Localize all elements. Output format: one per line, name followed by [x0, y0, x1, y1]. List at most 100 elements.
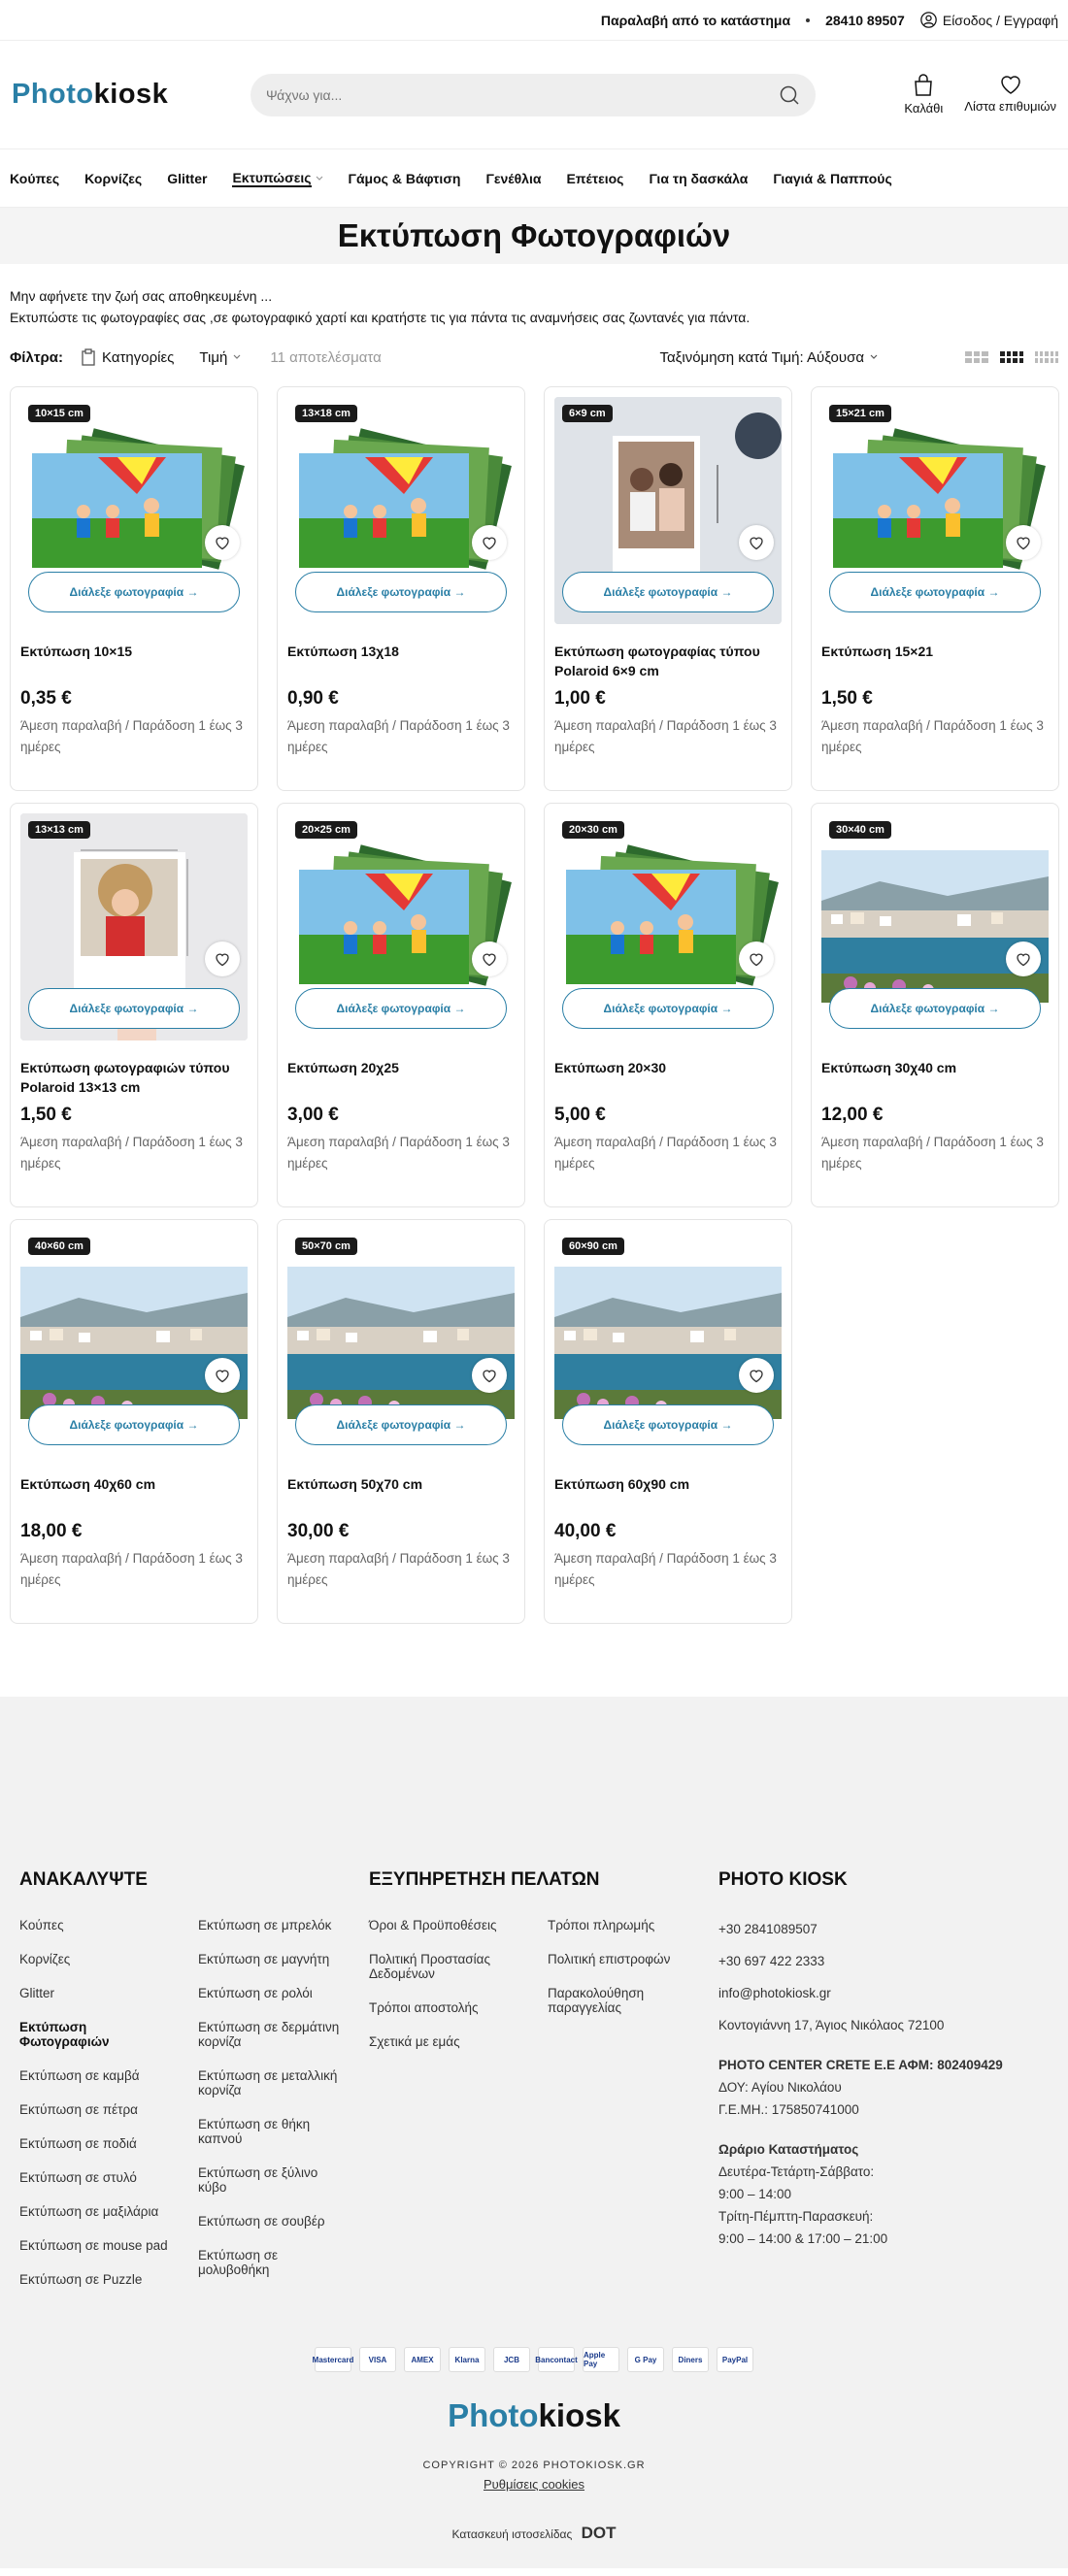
wishlist-heart-icon[interactable] — [205, 525, 240, 560]
footer-link[interactable]: Εκτύπωση σε Puzzle — [19, 2272, 171, 2287]
product-name[interactable]: Εκτύπωση φωτογραφίας τύπου Polaroid 6×9 … — [554, 642, 782, 680]
footer-link[interactable]: Πολιτική επιστροφών — [548, 1952, 699, 1966]
grid-3-icon[interactable] — [965, 351, 988, 363]
nav-item-mugs[interactable]: Κούπες — [10, 171, 59, 186]
product-card[interactable]: 60×90 cm Διάλεξε φωτογραφία → Εκτύπωση 60χ… — [544, 1219, 792, 1624]
grid-5-icon[interactable] — [1035, 351, 1058, 363]
nav-item-birthday[interactable]: Γενέθλια — [485, 171, 541, 186]
choose-photo-button[interactable]: Διάλεξε φωτογραφία → — [28, 988, 240, 1029]
footer-link[interactable]: Όροι & Προϋποθέσεις — [369, 1918, 520, 1932]
choose-photo-button[interactable]: Διάλεξε φωτογραφία → — [28, 572, 240, 612]
wishlist-heart-icon[interactable] — [472, 1358, 507, 1393]
wishlist-heart-icon[interactable] — [739, 941, 774, 976]
product-image[interactable]: 50×70 cm Διάλεξε φωτογραφία → — [287, 1230, 515, 1457]
wishlist-heart-icon[interactable] — [472, 525, 507, 560]
footer-link[interactable]: Εκτύπωση σε καμβά — [19, 2068, 171, 2083]
wishlist-heart-icon[interactable] — [205, 1358, 240, 1393]
footer-link[interactable]: Εκτύπωση σε ποδιά — [19, 2136, 171, 2151]
nav-item-grandparents[interactable]: Γιαγιά & Παππούς — [773, 171, 891, 186]
footer-link[interactable]: Παρακολούθηση παραγγελίας — [548, 1986, 699, 2015]
product-image[interactable]: 15×21 cm Διάλεξε φωτογραφία → — [821, 397, 1049, 624]
product-name[interactable]: Εκτύπωση 30χ40 cm — [821, 1058, 1049, 1097]
product-name[interactable]: Εκτύπωση φωτογραφιών τύπου Polaroid 13×1… — [20, 1058, 248, 1097]
cookie-settings-link[interactable]: Ρυθμίσεις cookies — [0, 2477, 1068, 2492]
footer-link[interactable]: Εκτύπωση σε δερμάτινη κορνίζα — [198, 2020, 350, 2049]
product-image[interactable]: 20×30 cm Διάλεξε φωτογραφία → — [554, 813, 782, 1040]
choose-photo-button[interactable]: Διάλεξε φωτογραφία → — [28, 1404, 240, 1445]
choose-photo-button[interactable]: Διάλεξε φωτογραφία → — [295, 988, 507, 1029]
choose-photo-button[interactable]: Διάλεξε φωτογραφία → — [295, 1404, 507, 1445]
choose-photo-button[interactable]: Διάλεξε φωτογραφία → — [562, 1404, 774, 1445]
product-card[interactable]: 20×30 cm Διάλεξε φωτογραφία → Εκτύπωση 20×… — [544, 803, 792, 1207]
search-input[interactable] — [266, 86, 747, 103]
wishlist-button[interactable]: Λίστα επιθυμιών — [964, 74, 1056, 116]
footer-link[interactable]: Πολιτική Προστασίας Δεδομένων — [369, 1952, 520, 1981]
product-image[interactable]: 10×15 cm Διάλεξε φωτογραφία → — [20, 397, 248, 624]
product-card[interactable]: 6×9 cm Διάλεξε φωτογραφία → Εκτύπωση φωτογ… — [544, 386, 792, 791]
footer-link[interactable]: Εκτύπωση σε ρολόι — [198, 1986, 350, 2000]
product-card[interactable]: 13×18 cm Διάλεξε φωτογραφία → Εκτύπωση 13χ… — [277, 386, 525, 791]
site-logo[interactable]: Photokiosk — [12, 79, 250, 111]
nav-item-wedding[interactable]: Γάμος & Βάφτιση — [349, 171, 461, 186]
product-name[interactable]: Εκτύπωση 20×30 — [554, 1058, 782, 1097]
product-card[interactable]: 10×15 cm Διάλεξε φωτογραφία → Εκτύπωση 10×… — [10, 386, 258, 791]
product-name[interactable]: Εκτύπωση 15×21 — [821, 642, 1049, 680]
product-image[interactable]: 20×25 cm Διάλεξε φωτογραφία → — [287, 813, 515, 1040]
product-image[interactable]: 6×9 cm Διάλεξε φωτογραφία → — [554, 397, 782, 624]
product-card[interactable]: 30×40 cm Διάλεξε φωτογραφία → Εκτύπωση 30χ… — [811, 803, 1059, 1207]
footer-link[interactable]: Κορνίζες — [19, 1952, 171, 1966]
product-card[interactable]: 50×70 cm Διάλεξε φωτογραφία → Εκτύπωση 50χ… — [277, 1219, 525, 1624]
choose-photo-button[interactable]: Διάλεξε φωτογραφία → — [295, 572, 507, 612]
product-name[interactable]: Εκτύπωση 13χ18 — [287, 642, 515, 680]
footer-link[interactable]: Εκτύπωση σε μολυβοθήκη — [198, 2248, 350, 2277]
footer-link[interactable]: Εκτύπωση σε μαγνήτη — [198, 1952, 350, 1966]
footer-link[interactable]: Εκτύπωση σε σουβέρ — [198, 2214, 350, 2229]
categories-filter[interactable]: Κατηγορίες — [81, 348, 174, 366]
footer-link[interactable]: Τρόποι πληρωμής — [548, 1918, 699, 1932]
footer-link[interactable]: Κούπες — [19, 1918, 171, 1932]
price-filter[interactable]: Τιμή — [199, 349, 241, 366]
grid-4-icon[interactable] — [1000, 351, 1023, 363]
wishlist-heart-icon[interactable] — [1006, 525, 1041, 560]
product-image[interactable]: 13×18 cm Διάλεξε φωτογραφία → — [287, 397, 515, 624]
footer-link[interactable]: Τρόποι αποστολής — [369, 2000, 520, 2015]
nav-item-teacher[interactable]: Για τη δασκάλα — [649, 171, 748, 186]
wishlist-heart-icon[interactable] — [739, 1358, 774, 1393]
choose-photo-button[interactable]: Διάλεξε φωτογραφία → — [829, 988, 1041, 1029]
choose-photo-button[interactable]: Διάλεξε φωτογραφία → — [829, 572, 1041, 612]
made-by[interactable]: Κατασκευή ιστοσελίδας DOT — [0, 2524, 1068, 2543]
nav-item-glitter[interactable]: Glitter — [167, 171, 207, 186]
product-name[interactable]: Εκτύπωση 20χ25 — [287, 1058, 515, 1097]
footer-phone-2[interactable]: +30 697 422 2333 — [718, 1950, 1003, 1972]
footer-link[interactable]: Εκτύπωση σε μπρελόκ — [198, 1918, 350, 1932]
product-card[interactable]: 13×13 cm Διάλεξε φωτογραφία → Εκτύπωση φωτ… — [10, 803, 258, 1207]
choose-photo-button[interactable]: Διάλεξε φωτογραφία → — [562, 988, 774, 1029]
footer-link[interactable]: Εκτύπωση σε ξύλινο κύβο — [198, 2165, 350, 2195]
footer-phone-1[interactable]: +30 2841089507 — [718, 1918, 1003, 1940]
product-image[interactable]: 40×60 cm Διάλεξε φωτογραφία → — [20, 1230, 248, 1457]
footer-link[interactable]: Εκτύπωση σε μαξιλάρια — [19, 2204, 171, 2219]
wishlist-heart-icon[interactable] — [739, 525, 774, 560]
footer-link[interactable]: Σχετικά με εμάς — [369, 2034, 520, 2049]
phone-link[interactable]: 28410 89507 — [825, 13, 905, 28]
footer-link[interactable]: Εκτύπωση σε μεταλλική κορνίζα — [198, 2068, 350, 2097]
wishlist-heart-icon[interactable] — [472, 941, 507, 976]
nav-item-prints[interactable]: Εκτυπώσεις — [232, 170, 322, 187]
footer-link[interactable]: Εκτύπωση σε στυλό — [19, 2170, 171, 2185]
cart-button[interactable]: Καλάθι — [904, 74, 943, 116]
sort-select[interactable]: Ταξινόμηση κατά Τιμή: Αύξουσα — [659, 349, 878, 366]
product-name[interactable]: Εκτύπωση 40χ60 cm — [20, 1474, 248, 1513]
product-name[interactable]: Εκτύπωση 50χ70 cm — [287, 1474, 515, 1513]
footer-email[interactable]: info@photokiosk.gr — [718, 1982, 1003, 2004]
choose-photo-button[interactable]: Διάλεξε φωτογραφία → — [562, 572, 774, 612]
product-image[interactable]: 60×90 cm Διάλεξε φωτογραφία → — [554, 1230, 782, 1457]
product-card[interactable]: 40×60 cm Διάλεξε φωτογραφία → Εκτύπωση 40χ… — [10, 1219, 258, 1624]
product-image[interactable]: 30×40 cm Διάλεξε φωτογραφία → — [821, 813, 1049, 1040]
footer-link[interactable]: Glitter — [19, 1986, 171, 2000]
product-card[interactable]: 15×21 cm Διάλεξε φωτογραφία → Εκτύπωση 15×… — [811, 386, 1059, 791]
footer-link[interactable]: Εκτύπωση Φωτογραφιών — [19, 2020, 171, 2049]
product-image[interactable]: 13×13 cm Διάλεξε φωτογραφία → — [20, 813, 248, 1040]
search-icon[interactable] — [779, 84, 800, 106]
login-link[interactable]: Είσοδος / Εγγραφή — [920, 12, 1058, 28]
product-card[interactable]: 20×25 cm Διάλεξε φωτογραφία → Εκτύπωση 20χ… — [277, 803, 525, 1207]
